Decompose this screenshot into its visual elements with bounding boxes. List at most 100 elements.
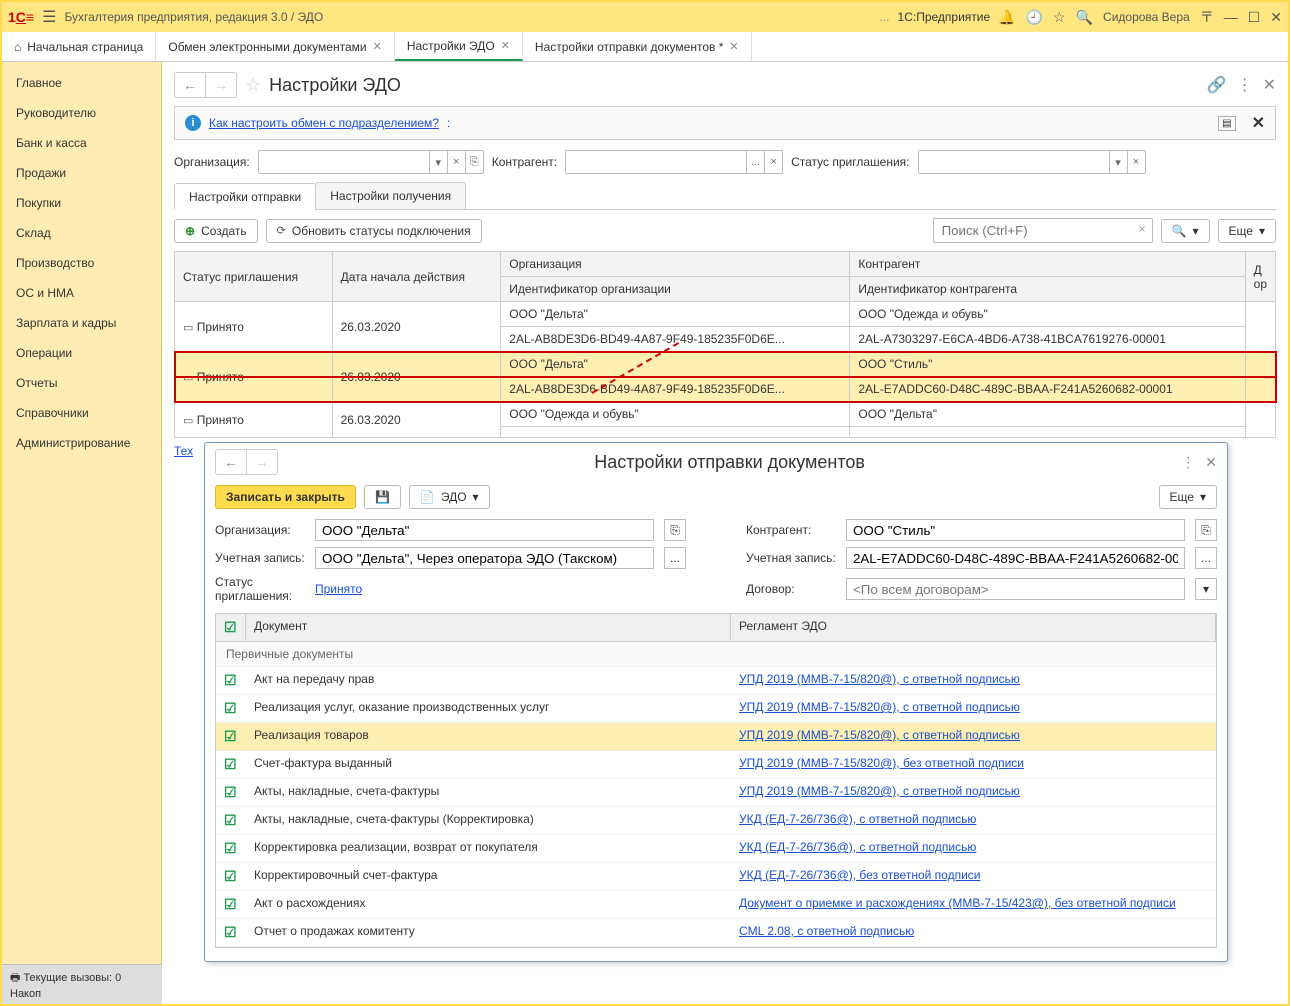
col-org-id[interactable]: Идентификатор организации bbox=[501, 277, 850, 302]
table-row[interactable]: ▭ Принято26.03.2020ООО "Дельта"ООО "Одеж… bbox=[175, 302, 1276, 327]
filter-icon[interactable]: 〒 bbox=[1200, 7, 1214, 27]
sidebar-item[interactable]: Администрирование bbox=[2, 428, 161, 458]
close-icon[interactable]: ✕ bbox=[1270, 9, 1282, 26]
search-icon[interactable]: 🔍 bbox=[1076, 9, 1093, 26]
reg-link[interactable]: УПД 2019 (ММВ-7-15/820@), с ответной под… bbox=[739, 672, 1020, 686]
doc-row[interactable]: ☑Акты, накладные, счета-фактуры (Коррект… bbox=[216, 807, 1216, 835]
reg-link[interactable]: УКД (ЕД-7-26/736@), без ответной подписи bbox=[739, 868, 980, 882]
doc-row[interactable]: ☑Акт о расхожденияхДокумент о приемке и … bbox=[216, 891, 1216, 919]
sidebar-item[interactable]: Руководителю bbox=[2, 98, 161, 128]
close-page-icon[interactable]: ✕ bbox=[1263, 75, 1276, 95]
check-icon[interactable]: ☑ bbox=[224, 672, 237, 688]
history-icon[interactable]: 🕘 bbox=[1026, 9, 1043, 26]
filter-contr-input[interactable] bbox=[566, 151, 746, 173]
reg-link[interactable]: Документ о приемке и расхождениях (ММВ-7… bbox=[739, 896, 1176, 910]
clear-icon[interactable]: × bbox=[447, 151, 465, 173]
check-icon[interactable]: ☑ bbox=[224, 784, 237, 800]
edo-button[interactable]: 📄 ЭДО ▾ bbox=[409, 485, 490, 509]
col-check[interactable]: ☑ bbox=[216, 614, 246, 641]
subtab-receive[interactable]: Настройки получения bbox=[315, 182, 466, 209]
ov-more-button[interactable]: Еще ▾ bbox=[1159, 485, 1217, 509]
sidebar-item[interactable]: Производство bbox=[2, 248, 161, 278]
table-row[interactable]: ▭ Принято26.03.2020ООО "Дельта"ООО "Стил… bbox=[175, 352, 1276, 377]
filter-org-input[interactable] bbox=[259, 151, 429, 173]
search-box[interactable]: × bbox=[933, 218, 1153, 243]
more-icon[interactable]: ... bbox=[664, 547, 686, 569]
nav-forward[interactable]: → bbox=[206, 73, 236, 97]
ov-status-link[interactable]: Принято bbox=[315, 582, 654, 596]
col-extra[interactable]: Д ор bbox=[1245, 252, 1275, 302]
filter-status-input[interactable] bbox=[919, 151, 1109, 173]
more-icon[interactable]: ... bbox=[746, 151, 764, 173]
subtab-send[interactable]: Настройки отправки bbox=[174, 183, 316, 210]
user-name[interactable]: Сидорова Вера bbox=[1103, 10, 1190, 24]
sidebar-item[interactable]: Склад bbox=[2, 218, 161, 248]
doc-row[interactable]: ☑Корректировочный счет-фактураУКД (ЕД-7-… bbox=[216, 863, 1216, 891]
dropdown-icon[interactable]: ▾ bbox=[429, 151, 447, 173]
sidebar-item[interactable]: Справочники bbox=[2, 398, 161, 428]
search-input[interactable] bbox=[940, 222, 1139, 239]
search-clear-icon[interactable]: × bbox=[1139, 222, 1146, 239]
check-icon[interactable]: ☑ bbox=[224, 756, 237, 772]
clear-icon[interactable]: × bbox=[1127, 151, 1145, 173]
check-icon[interactable]: ☑ bbox=[224, 840, 237, 856]
reg-link[interactable]: УКД (ЕД-7-26/736@), с ответной подписью bbox=[739, 812, 976, 826]
col-status[interactable]: Статус приглашения bbox=[175, 252, 333, 302]
link-icon[interactable]: 🔗 bbox=[1207, 75, 1227, 95]
doc-row[interactable]: ☑Акты, накладные, счета-фактурыУПД 2019 … bbox=[216, 779, 1216, 807]
sidebar-item[interactable]: Продажи bbox=[2, 158, 161, 188]
check-icon[interactable]: ☑ bbox=[224, 700, 237, 716]
kebab-icon[interactable]: ⋮ bbox=[1181, 454, 1195, 471]
sidebar-item[interactable]: Зарплата и кадры bbox=[2, 308, 161, 338]
doc-row[interactable]: ☑Реализация услуг, оказание производстве… bbox=[216, 695, 1216, 723]
clear-icon[interactable]: × bbox=[764, 151, 782, 173]
nav-back[interactable]: ← bbox=[175, 73, 206, 97]
doc-row[interactable]: ☑Счет-фактура выданныйУПД 2019 (ММВ-7-15… bbox=[216, 751, 1216, 779]
tech-link[interactable]: Тех bbox=[174, 438, 193, 464]
doc-row[interactable]: ☑Отчет о продажах комитентуCML 2.08, с о… bbox=[216, 919, 1216, 947]
tab-send-settings[interactable]: Настройки отправки документов * ✕ bbox=[523, 32, 752, 61]
sidebar-item[interactable]: Главное bbox=[2, 68, 161, 98]
sidebar-item[interactable]: ОС и НМА bbox=[2, 278, 161, 308]
dropdown-icon[interactable]: ▾ bbox=[1195, 578, 1217, 600]
reg-link[interactable]: CML 2.08, с ответной подписью bbox=[739, 924, 914, 938]
pick-icon[interactable]: ⎘ bbox=[1195, 519, 1217, 541]
sidebar-item[interactable]: Отчеты bbox=[2, 368, 161, 398]
save-close-button[interactable]: Записать и закрыть bbox=[215, 485, 356, 509]
reg-link[interactable]: УПД 2019 (ММВ-7-15/820@), с ответной под… bbox=[739, 728, 1020, 742]
col-doc[interactable]: Документ bbox=[246, 614, 731, 641]
ov-acc2-input[interactable] bbox=[846, 547, 1185, 569]
table-row[interactable]: ▭ Принято26.03.2020ООО "Одежда и обувь"О… bbox=[175, 402, 1276, 427]
save-button[interactable]: 💾 bbox=[364, 485, 401, 509]
tab-edo-settings[interactable]: Настройки ЭДО ✕ bbox=[395, 32, 523, 61]
ov-dog-input[interactable] bbox=[846, 578, 1185, 600]
refresh-button[interactable]: ⟳Обновить статусы подключения bbox=[266, 219, 482, 243]
menu-icon[interactable]: ☰ bbox=[42, 7, 56, 27]
ov-nav-forward[interactable]: → bbox=[247, 450, 277, 474]
check-icon[interactable]: ☑ bbox=[224, 812, 237, 828]
more-icon[interactable]: ... bbox=[1195, 547, 1217, 569]
pick-icon[interactable]: ⎘ bbox=[664, 519, 686, 541]
sidebar-item[interactable]: Банк и касса bbox=[2, 128, 161, 158]
maximize-icon[interactable]: ☐ bbox=[1248, 9, 1261, 26]
tab-close-icon[interactable]: ✕ bbox=[729, 40, 738, 53]
ov-acc-input[interactable] bbox=[315, 547, 654, 569]
dropdown-icon[interactable]: ▾ bbox=[1109, 151, 1127, 173]
ov-contr-input[interactable] bbox=[846, 519, 1185, 541]
ov-nav-back[interactable]: ← bbox=[216, 450, 247, 474]
doc-row[interactable]: ☑Реализация товаровУПД 2019 (ММВ-7-15/82… bbox=[216, 723, 1216, 751]
check-icon[interactable]: ☑ bbox=[224, 924, 237, 940]
close-icon[interactable]: ✕ bbox=[1205, 454, 1217, 471]
sidebar-item[interactable]: Операции bbox=[2, 338, 161, 368]
col-contr[interactable]: Контрагент bbox=[850, 252, 1245, 277]
col-org[interactable]: Организация bbox=[501, 252, 850, 277]
reg-link[interactable]: УКД (ЕД-7-26/736@), с ответной подписью bbox=[739, 840, 976, 854]
col-date[interactable]: Дата начала действия bbox=[332, 252, 501, 302]
tab-close-icon[interactable]: ✕ bbox=[373, 40, 382, 53]
star-icon[interactable]: ☆ bbox=[1053, 9, 1066, 26]
doc-icon[interactable]: ▤ bbox=[1218, 116, 1235, 131]
kebab-icon[interactable]: ⋮ bbox=[1237, 75, 1253, 95]
more-button[interactable]: Еще ▾ bbox=[1218, 219, 1276, 243]
create-button[interactable]: ⊕Создать bbox=[174, 219, 258, 243]
check-icon[interactable]: ☑ bbox=[224, 728, 237, 744]
